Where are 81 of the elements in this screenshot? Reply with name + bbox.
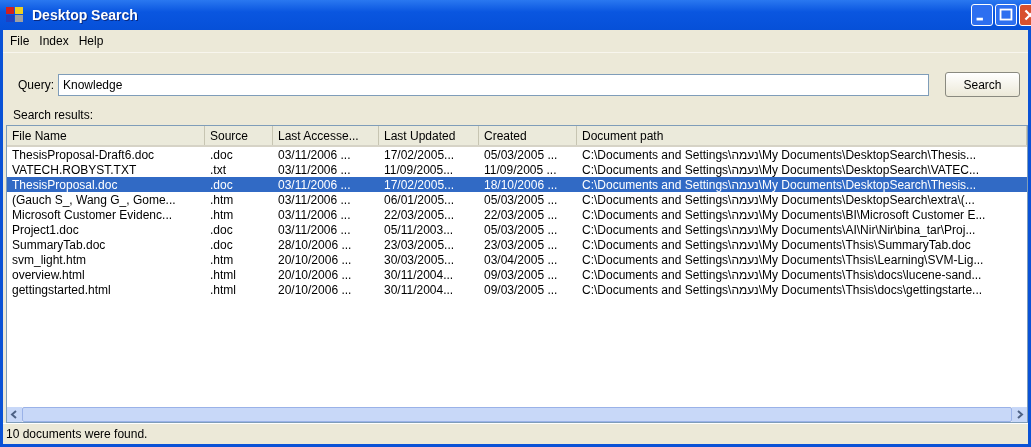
table-cell-text: .doc — [209, 177, 234, 192]
menu-item[interactable]: Index — [34, 34, 74, 48]
scrollbar-thumb[interactable] — [22, 407, 1012, 422]
table-cell-text: 11/09/2005 ... — [483, 162, 558, 177]
search-button[interactable]: Search — [945, 72, 1020, 97]
table-cell-text: 03/04/2005 ... — [483, 252, 559, 267]
column-header[interactable]: Last Accesse... — [273, 126, 379, 145]
menu-item[interactable]: Help — [73, 34, 109, 48]
table-cell-text: svm_light.htm — [11, 252, 88, 267]
results-label: Search results: — [13, 108, 95, 122]
table-cell-text: SummaryTab.doc — [11, 237, 107, 252]
table-cell-text: 17/02/2005... — [383, 147, 456, 162]
table-cell-text: 06/01/2005... — [383, 192, 456, 207]
table-cell-text: 09/03/2005 ... — [483, 282, 559, 297]
table-cell-text: 05/03/2005 ... — [483, 192, 559, 207]
minimize-button[interactable] — [971, 4, 993, 26]
table-cell-text: .txt — [209, 162, 227, 177]
table-cell-text: 28/10/2006 ... — [277, 237, 353, 252]
table-cell-text: ThesisProposal-Draft6.doc — [11, 147, 156, 162]
table-cell-text: 05/03/2005 ... — [483, 222, 559, 237]
table-cell-text: 17/02/2005... — [383, 177, 456, 192]
table-cell-text: .htm — [209, 207, 235, 222]
table-cell-text: C:\Documents and Settings\נעמה\My Documents\DesktopSearch\Thesis... — [581, 147, 978, 162]
column-header[interactable]: Source — [205, 126, 273, 145]
table-cell-text: 20/10/2006 ... — [277, 282, 353, 297]
table-cell-text: 30/03/2005... — [383, 252, 456, 267]
table-cell-text: 11/09/2005... — [383, 162, 455, 177]
maximize-button[interactable] — [995, 4, 1017, 26]
table-cell-text: gettingstarted.html — [11, 282, 112, 297]
table-cell-text: 09/03/2005 ... — [483, 267, 559, 282]
table-cell-text: .html — [209, 282, 237, 297]
table-cell-text: C:\Documents and Settings\נעמה\My Documents\Thsis\Learning\SVM-Lig... — [581, 252, 985, 267]
app-icon — [6, 7, 24, 23]
table-cell-text: .doc — [209, 147, 234, 162]
table-cell-text: 23/03/2005... — [383, 237, 456, 252]
table-cell-text: VATECH.ROBYST.TXT — [11, 162, 138, 177]
table-cell-text: (Gauch S_, Wang G_, Gome... — [11, 192, 177, 207]
table-cell-text: C:\Documents and Settings\נעמה\My Documents\DesktopSearch\extra\(... — [581, 192, 976, 207]
query-field[interactable]: Knowledge — [58, 73, 929, 96]
table-cell-text: 23/03/2005 ... — [483, 237, 559, 252]
table-cell-text: 03/11/2006 ... — [277, 222, 352, 237]
table-cell-text: C:\Documents and Settings\נעמה\My Documents\Thsis\docs\gettingstarte... — [581, 282, 984, 297]
table-cell-text: Project1.doc — [11, 222, 80, 237]
window-title: Desktop Search — [32, 7, 138, 23]
table-cell-text: .doc — [209, 222, 234, 237]
table-cell-text: C:\Documents and Settings\נעמה\My Documents\Thsis\SummaryTab.doc — [581, 237, 972, 252]
column-header[interactable]: Document path — [577, 126, 1027, 145]
table-cell-text: 05/03/2005 ... — [483, 147, 559, 162]
table-cell-text: 05/11/2003... — [383, 222, 455, 237]
query-label: Query: — [18, 77, 54, 92]
scroll-left-icon[interactable] — [7, 407, 22, 422]
table-cell-text: 20/10/2006 ... — [277, 267, 353, 282]
table-cell-text: Microsoft Customer Evidenc... — [11, 207, 174, 222]
table-cell-text: 30/11/2004... — [383, 267, 455, 282]
table-cell-text: C:\Documents and Settings\נעמה\My Documents\Thsis\docs\lucene-sand... — [581, 267, 983, 282]
table-cell-text: C:\Documents and Settings\נעמה\My Documents\AI\Nir\Nir\bina_tar\Proj... — [581, 222, 977, 237]
column-header[interactable]: Last Updated — [379, 126, 479, 145]
table-cell-text: .htm — [209, 192, 235, 207]
table-cell-text: overview.html — [11, 267, 86, 282]
status-bar: 10 documents were found. — [3, 423, 1028, 444]
table-cell-text: 03/11/2006 ... — [277, 192, 352, 207]
scroll-right-icon[interactable] — [1012, 407, 1027, 422]
table-cell-text: 30/11/2004... — [383, 282, 455, 297]
menu-item[interactable]: File — [5, 34, 35, 48]
column-header[interactable]: Created — [479, 126, 577, 145]
table-cell-text: .htm — [209, 252, 235, 267]
column-header[interactable]: File Name — [7, 126, 205, 145]
table-cell-text: 22/03/2005 ... — [483, 207, 559, 222]
table-cell-text: .html — [209, 267, 237, 282]
table-cell-text: 03/11/2006 ... — [277, 207, 352, 222]
table-cell-text: 22/03/2005... — [383, 207, 456, 222]
table-cell-text: 03/11/2006 ... — [277, 162, 352, 177]
table-cell-text: 20/10/2006 ... — [277, 252, 353, 267]
table-cell-text: 03/11/2006 ... — [277, 177, 352, 192]
table-cell-text: C:\Documents and Settings\נעמה\My Documents\DesktopSearch\Thesis... — [581, 177, 978, 192]
table-cell-text: 18/10/2006 ... — [483, 177, 559, 192]
table-cell-text: 03/11/2006 ... — [277, 147, 352, 162]
table-cell-text: ThesisProposal.doc — [11, 177, 119, 192]
table-cell-text: C:\Documents and Settings\נעמה\My Documents\DesktopSearch\VATEC... — [581, 162, 980, 177]
table-cell-text: .doc — [209, 237, 234, 252]
table-cell-text: C:\Documents and Settings\נעמה\My Documents\BI\Microsoft Customer E... — [581, 207, 987, 222]
